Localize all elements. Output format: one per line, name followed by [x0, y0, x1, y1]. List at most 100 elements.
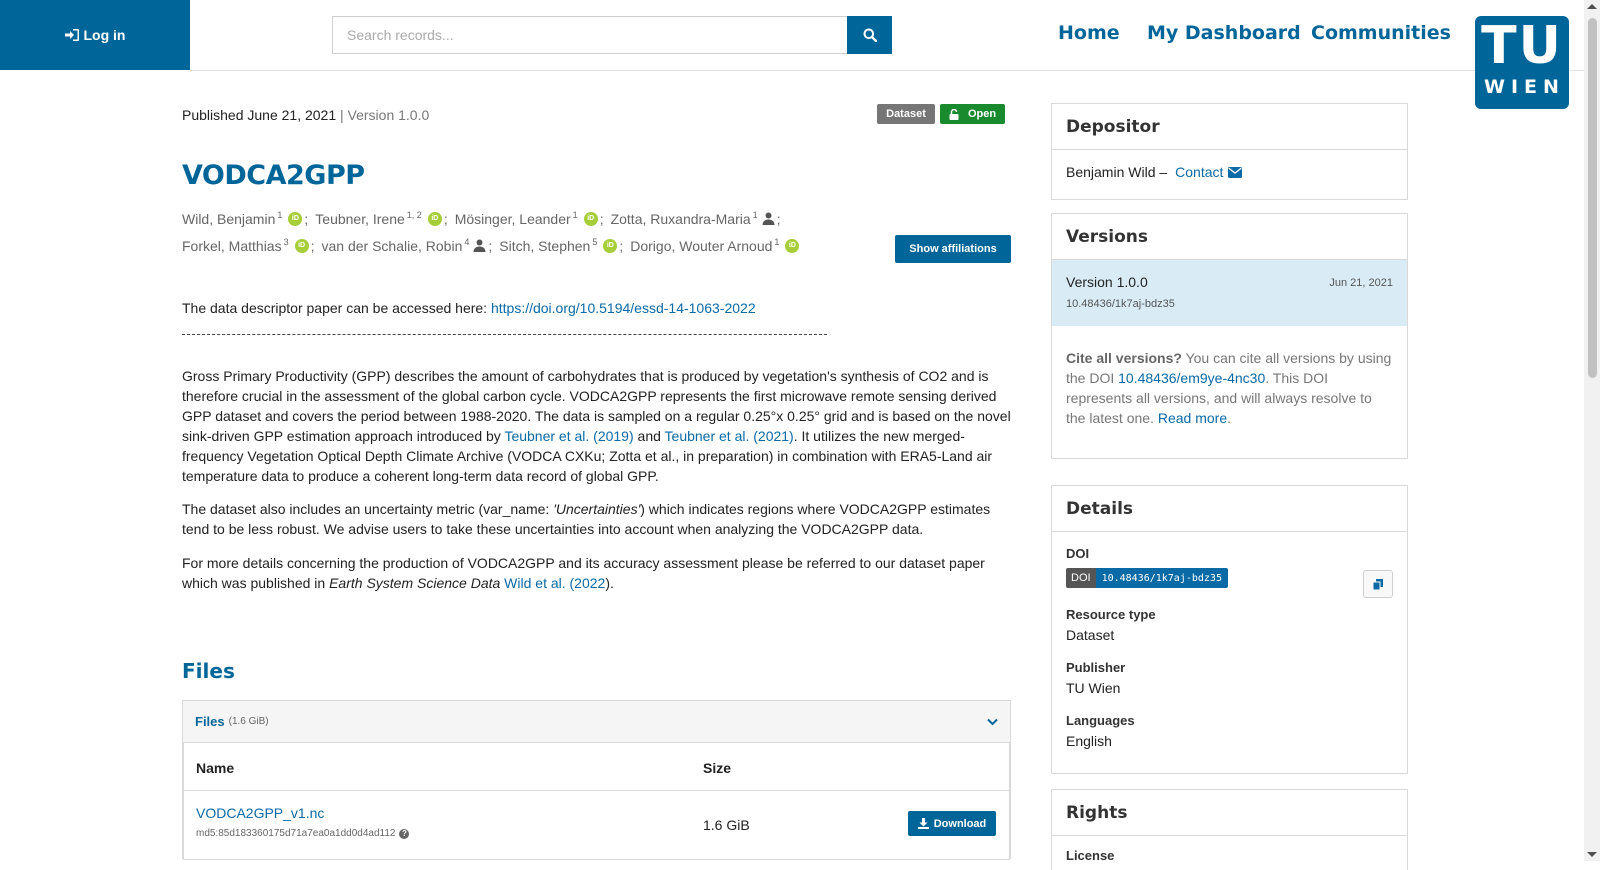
search-bar	[332, 16, 892, 54]
details-card: Details DOI DOI 10.48436/1k7aj-bdz35 Res…	[1051, 485, 1408, 774]
read-more-link[interactable]: Read more	[1158, 410, 1227, 426]
authors-list: Wild, Benjamin 1 iD; Teubner, Irene 1, 2 iD; M…	[182, 205, 822, 259]
chevron-down-icon	[987, 718, 998, 725]
scroll-down-arrow[interactable]	[1587, 852, 1597, 857]
access-open-badge: Open	[940, 104, 1005, 124]
orcid-icon[interactable]: iD	[427, 211, 442, 226]
author-item[interactable]: Teubner, Irene 1, 2 iD	[315, 209, 442, 227]
languages-label: Languages	[1066, 713, 1135, 728]
author-affiliation-number: 3	[283, 236, 289, 247]
author-name: Teubner, Irene	[315, 210, 405, 227]
nav-communities[interactable]: Communities	[1311, 22, 1451, 44]
author-name: Dorigo, Wouter Arnoud	[630, 237, 773, 254]
orcid-icon[interactable]: iD	[294, 238, 309, 253]
published-date: Published June 21, 2021	[182, 107, 337, 123]
version-item[interactable]: Version 1.0.0 Jun 21, 2021 10.48436/1k7a…	[1052, 260, 1407, 326]
person-icon	[762, 212, 775, 225]
search-input[interactable]	[332, 16, 847, 54]
login-label: Log in	[83, 27, 126, 43]
scrollbar-thumb[interactable]	[1588, 18, 1597, 378]
login-button[interactable]: Log in	[0, 0, 190, 70]
nav-my-dashboard[interactable]: My Dashboard	[1147, 22, 1301, 44]
author-name: Sitch, Stephen	[499, 237, 591, 254]
file-size: 1.6 GiB	[703, 817, 750, 833]
files-accordion-toggle[interactable]: Files (1.6 GiB)	[183, 701, 1010, 743]
author-separator: ;	[619, 237, 624, 254]
description-paragraph-3: For more details concerning the producti…	[182, 555, 985, 591]
author-item[interactable]: Wild, Benjamin 1 iD	[182, 209, 303, 227]
copy-doi-button[interactable]	[1363, 570, 1393, 598]
description-paragraph-1: Gross Primary Productivity (GPP) describ…	[182, 368, 1011, 484]
search-icon	[863, 28, 877, 42]
author-separator: ;	[488, 237, 493, 254]
author-item[interactable]: van der Schalie, Robin 4	[322, 236, 487, 254]
files-heading: Files	[182, 659, 235, 683]
authors-line-2: Forkel, Matthias 3 iD; van der Schalie, Rob…	[182, 232, 822, 259]
question-circle-icon[interactable]: ?	[399, 828, 410, 839]
author-affiliation-number: 1	[277, 209, 283, 220]
teubner-2019-link[interactable]: Teubner et al. (2019)	[504, 428, 633, 444]
logo-bottom-text: WIEN	[1484, 76, 1565, 98]
publisher-label: Publisher	[1066, 660, 1126, 675]
search-button[interactable]	[847, 16, 892, 54]
author-item[interactable]: Dorigo, Wouter Arnoud 1 iD	[630, 237, 800, 254]
files-table: Name Size VODCA2GPP_v1.nc md5:85d1833601…	[183, 743, 1010, 860]
author-affiliation-number: 5	[592, 236, 598, 247]
download-button[interactable]: Download	[908, 811, 996, 836]
version-item-label: Version 1.0.0	[1066, 274, 1148, 290]
author-item[interactable]: Zotta, Ruxandra-Maria 1	[610, 209, 775, 227]
copy-icon	[1373, 578, 1383, 590]
author-affiliation-number: 1, 2	[406, 209, 422, 220]
show-affiliations-button[interactable]: Show affiliations	[895, 235, 1011, 263]
file-name-link[interactable]: VODCA2GPP_v1.nc	[196, 805, 324, 821]
unlock-icon	[949, 108, 959, 120]
doi-badge[interactable]: DOI 10.48436/1k7aj-bdz35	[1066, 568, 1228, 588]
page-scrollbar[interactable]	[1584, 0, 1600, 861]
details-title: Details	[1052, 486, 1407, 532]
concept-doi-link[interactable]: 10.48436/em9ye-4nc30	[1118, 370, 1265, 386]
orcid-icon[interactable]: iD	[603, 238, 618, 253]
author-affiliation-number: 4	[464, 236, 470, 247]
versions-card: Versions Version 1.0.0 Jun 21, 2021 10.4…	[1051, 213, 1408, 459]
rights-title: Rights	[1052, 790, 1407, 836]
logo-top-text: TU	[1481, 16, 1563, 76]
author-name: Wild, Benjamin	[182, 210, 276, 227]
record-version: Version 1.0.0	[347, 107, 430, 123]
author-separator: ;	[310, 237, 315, 254]
envelope-icon	[1228, 166, 1243, 178]
tu-wien-logo[interactable]: TU WIEN	[1475, 16, 1569, 109]
scroll-up-arrow[interactable]	[1587, 4, 1597, 9]
files-bar-label: Files	[195, 714, 225, 729]
resource-type-badge: Dataset	[877, 104, 935, 124]
orcid-icon[interactable]: iD	[785, 238, 800, 253]
author-item[interactable]: Sitch, Stephen 5 iD	[499, 236, 618, 254]
nav-home[interactable]: Home	[1058, 22, 1120, 44]
record-title: VODCA2GPP	[182, 160, 365, 191]
descriptor-paper-link[interactable]: https://doi.org/10.5194/essd-14-1063-202…	[491, 300, 756, 316]
descriptor-paper-line: The data descriptor paper can be accesse…	[182, 300, 756, 316]
sign-in-icon	[64, 29, 79, 41]
resource-type-label: Resource type	[1066, 607, 1156, 622]
contact-link[interactable]: Contact	[1175, 164, 1243, 180]
author-separator: ;	[304, 210, 309, 227]
files-table-header: Name Size	[184, 743, 1009, 791]
header-divider	[190, 70, 1600, 71]
depositor-card: Depositor Benjamin Wild – Contact	[1051, 103, 1408, 200]
publisher-value: TU Wien	[1066, 680, 1121, 696]
author-item[interactable]: Forkel, Matthias 3 iD	[182, 236, 309, 254]
person-icon	[473, 239, 486, 252]
orcid-icon[interactable]: iD	[583, 211, 598, 226]
version-item-doi: 10.48436/1k7aj-bdz35	[1066, 298, 1175, 310]
dashed-divider	[182, 334, 827, 335]
versions-title: Versions	[1052, 214, 1407, 260]
author-name: Zotta, Ruxandra-Maria	[610, 210, 751, 227]
col-name-header: Name	[196, 760, 235, 776]
orcid-icon[interactable]: iD	[288, 211, 303, 226]
author-item[interactable]: Mösinger, Leander 1 iD	[455, 210, 598, 227]
teubner-2021-link[interactable]: Teubner et al. (2021)	[665, 428, 794, 444]
wild-2022-link[interactable]: Wild et al. (2022	[504, 575, 605, 591]
description-paragraph-2: The dataset also includes an uncertainty…	[182, 501, 991, 537]
author-name: Forkel, Matthias	[182, 237, 282, 254]
files-panel: Files (1.6 GiB) Name Size VODCA2GPP_v1.n…	[182, 700, 1011, 860]
author-affiliation-number: 1	[752, 209, 758, 220]
